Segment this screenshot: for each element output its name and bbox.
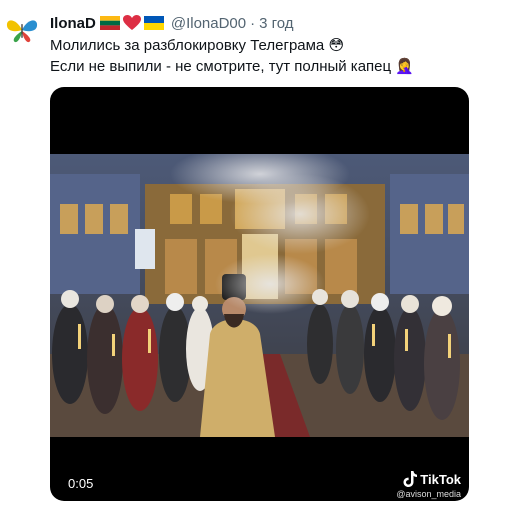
avatar[interactable] [4,12,40,48]
timestamp-link[interactable]: 3 год [259,15,293,32]
tiktok-brand: TikTok [420,471,461,487]
tiktok-note-icon [403,471,418,487]
tiktok-watermark: TikTok @avison_media [396,471,461,499]
video-frame [50,154,469,437]
tweet-card[interactable]: IlonaD @IlonaD00 · 3 год Молились за раз… [0,0,513,515]
tiktok-username: @avison_media [396,489,461,499]
butterfly-avatar-icon [6,20,38,43]
author-handle[interactable]: @IlonaD00 [171,15,246,32]
tweet-text-line: Если не выпили - не смотрите, тут полный… [50,58,414,75]
red-heart-icon [122,15,141,31]
separator-dot: · [250,14,256,32]
lithuania-flag-icon [99,16,120,30]
ukraine-flag-icon [143,16,164,30]
video-timestamp: 0:05 [68,476,94,491]
video-player[interactable]: 0:05 TikTok @avison_media [50,87,469,501]
tweet-text: Молились за разблокировку Телеграма 😳 Ес… [50,35,505,77]
tweet-text-line: Молились за разблокировку Телеграма 😳 [50,37,345,54]
author-name[interactable]: IlonaD [50,15,96,32]
tweet-header: IlonaD @IlonaD00 · 3 год [50,12,294,34]
